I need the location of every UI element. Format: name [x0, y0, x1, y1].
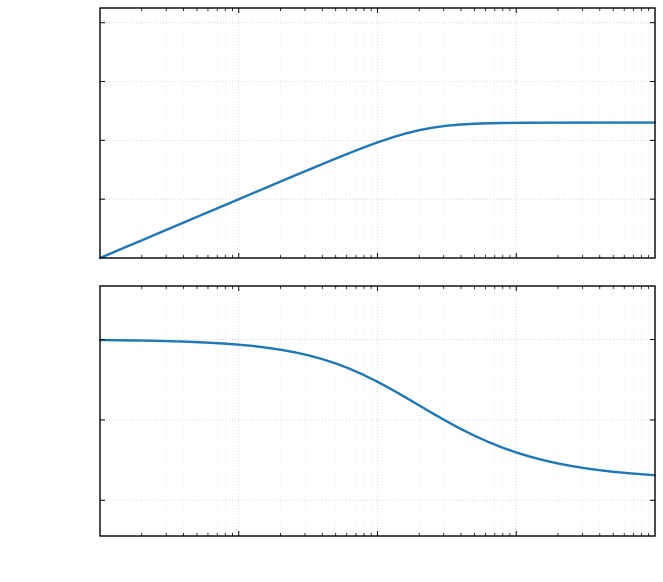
phase-plot	[100, 286, 655, 536]
magnitude-plot	[100, 8, 655, 258]
plot-svg	[0, 0, 663, 582]
bode-plot-pair	[0, 0, 663, 582]
